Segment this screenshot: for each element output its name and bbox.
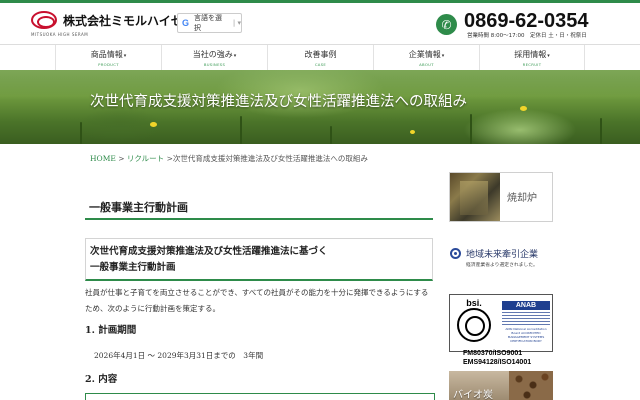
- global-nav: 商品情報▾ PRODUCT 当社の強み▾ BUSINESS 改善事例 CASE …: [0, 44, 640, 70]
- nav-en-label: CASE: [314, 61, 327, 67]
- nav-item-business[interactable]: 当社の強み▾ BUSINESS: [161, 45, 267, 70]
- nav-en-label: ABOUT: [419, 61, 434, 67]
- site-header: 株式会社ミモルハイセラム MITSUOKA HIGH SERAM G 言語を選択…: [0, 3, 640, 43]
- chevron-down-icon: ▾: [233, 52, 237, 59]
- google-icon: G: [182, 17, 190, 28]
- regional-future-subtitle: 経済産業省より選定されました。: [466, 263, 538, 268]
- nav-label: 採用情報: [514, 49, 547, 59]
- grass-decoration: [80, 122, 82, 144]
- grass-decoration: [470, 114, 472, 144]
- iso14001-cert: EMS94128/ISO14001: [463, 359, 532, 366]
- chevron-down-icon: ▾: [123, 52, 127, 59]
- page-title: 次世代育成支援対策推進法及び女性活躍推進法への取組み: [90, 94, 467, 110]
- chevron-down-icon: ▾: [441, 52, 445, 59]
- section-title-content: 2. 内容: [85, 374, 118, 385]
- breadcrumb-separator: >: [164, 154, 173, 163]
- breadcrumb-current: 次世代育成支援対策推進法及び女性活躍推進法への取組み: [172, 154, 368, 163]
- anab-small-text: ANSI National Accreditation Board ACCRED…: [505, 327, 547, 343]
- grass-decoration: [330, 126, 332, 144]
- breadcrumb-home-link[interactable]: HOME: [90, 154, 116, 163]
- nav-en-label: PRODUCT: [98, 61, 119, 67]
- intro-paragraph: 社員が仕事と子育てを両立させることができ、すべての社員がその能力を十分に発揮でき…: [85, 288, 429, 313]
- biochar-banner[interactable]: バイオ炭: [449, 371, 553, 400]
- anab-label: ANAB: [502, 301, 550, 310]
- biochar-photo: [509, 371, 553, 400]
- logo-mark-icon: [31, 11, 57, 29]
- incinerator-banner-label: 焼却炉: [507, 193, 537, 204]
- bsi-mark-icon: [457, 308, 491, 342]
- nav-item-about[interactable]: 企業情報▾ ABOUT: [373, 45, 479, 70]
- grass-decoration: [240, 116, 242, 144]
- flower-decoration: [410, 130, 415, 134]
- section-title-period: 1. 計画期間: [85, 325, 137, 336]
- nav-item-product[interactable]: 商品情報▾ PRODUCT: [55, 45, 161, 70]
- incinerator-photo: [450, 173, 500, 221]
- plan-title-box: 次世代育成支援対策推進法及び女性活躍推進法に基づく 一般事業主行動計画: [85, 238, 433, 281]
- phone-number[interactable]: 0869-62-0354: [464, 10, 589, 33]
- regional-future-title: 地域未来牽引企業: [466, 250, 539, 260]
- breadcrumb-separator: >: [115, 154, 127, 163]
- plan-title-line1: 次世代育成支援対策推進法及び女性活躍推進法に基づく: [90, 246, 328, 257]
- plan-period: 2026年4月1日 〜 2029年3月31日までの 3年間: [94, 351, 264, 360]
- bsi-logo: bsi.: [454, 298, 494, 342]
- regional-future-banner[interactable]: 地域未来牽引企業 経済産業省より選定されました。: [449, 245, 553, 275]
- nav-label: 当社の強み: [192, 49, 233, 59]
- section-heading: 一般事業主行動計画: [85, 196, 433, 220]
- anab-mark-icon: [502, 312, 550, 326]
- nav-item-recruit[interactable]: 採用情報▾ RECRUIT: [479, 45, 585, 70]
- plan-title-line2: 一般事業主行動計画: [90, 262, 176, 273]
- nav-label: 商品情報: [90, 49, 123, 59]
- business-hours: 営業時間 8:00〜17:00 定休日 土・日・祝祭日: [467, 33, 587, 39]
- flower-decoration: [520, 106, 527, 111]
- iso9001-cert: FM80370/ISO9001: [463, 350, 523, 357]
- phone-icon: ✆: [436, 14, 457, 35]
- bsi-label: bsi.: [466, 298, 482, 308]
- language-select[interactable]: G 言語を選択 | ▾: [177, 13, 242, 33]
- grass-decoration: [600, 118, 602, 144]
- iso-certification-banner[interactable]: bsi. ANAB ANSI National Accreditation Bo…: [449, 294, 553, 352]
- nav-en-label: RECRUIT: [522, 61, 542, 67]
- biochar-banner-label: バイオ炭: [453, 390, 493, 400]
- language-select-label: 言語を選択: [193, 14, 222, 32]
- flower-decoration: [150, 122, 157, 127]
- nav-label: 改善事例: [304, 49, 337, 59]
- content-box: [85, 393, 435, 400]
- breadcrumb: HOME > リクルート >次世代育成支援対策推進法及び女性活躍推進法への取組み: [90, 153, 368, 164]
- nav-en-label: BUSINESS: [203, 61, 226, 67]
- hero-banner: 次世代育成支援対策推進法及び女性活躍推進法への取組み: [0, 70, 640, 144]
- nav-item-case[interactable]: 改善事例 CASE: [267, 45, 373, 70]
- chevron-down-icon: | ▾: [232, 19, 242, 27]
- chevron-down-icon: ▾: [547, 52, 550, 59]
- incinerator-banner[interactable]: 焼却炉: [449, 172, 553, 222]
- regional-future-logo-icon: [450, 248, 461, 259]
- anab-logo: ANAB ANSI National Accreditation Board A…: [502, 301, 550, 347]
- breadcrumb-recruit-link[interactable]: リクルート: [127, 154, 164, 163]
- logo-subtext: MITSUOKA HIGH SERAM: [31, 32, 89, 37]
- nav-label: 企業情報: [408, 49, 441, 59]
